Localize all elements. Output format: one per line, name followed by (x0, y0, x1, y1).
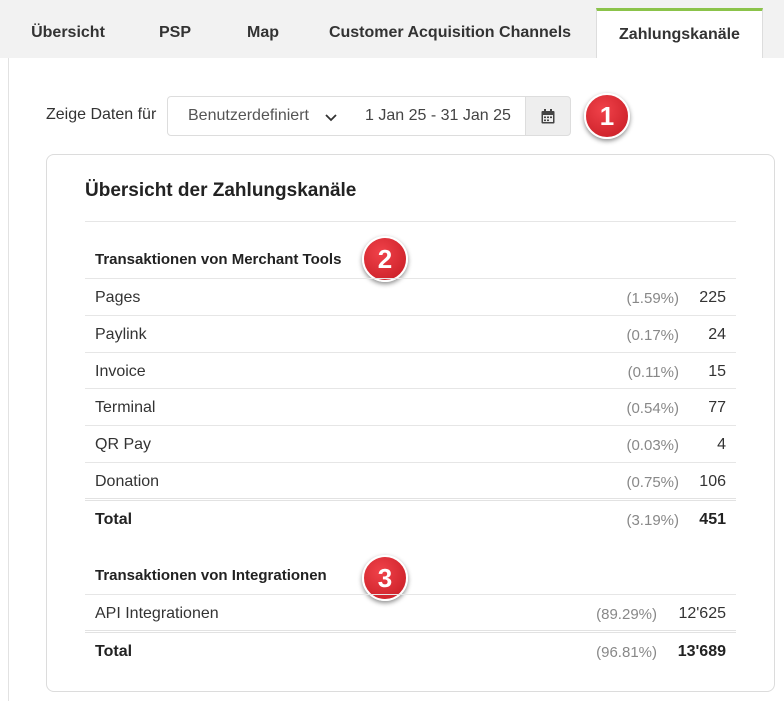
table-row: Donation (0.75%) 106 (85, 462, 736, 499)
tab-zahlungskanaele[interactable]: Zahlungskanäle (596, 8, 763, 59)
annotation-badge-2: 2 (362, 236, 408, 282)
chevron-down-icon (325, 114, 337, 122)
total-row-integrations: Total (96.81%) 13'689 (85, 630, 736, 667)
tab-uebersicht[interactable]: Übersicht (14, 8, 122, 58)
filter-label: Zeige Daten für (46, 106, 157, 123)
table-row: Terminal (0.54%) 77 (85, 388, 736, 425)
card-title: Übersicht der Zahlungskanäle (85, 180, 357, 201)
date-range-value: 1 Jan 25 - 31 Jan 25 (365, 107, 511, 124)
table-row: Pages (1.59%) 225 (85, 278, 736, 315)
tab-customer-acquisition-channels[interactable]: Customer Acquisition Channels (316, 8, 584, 58)
table-row: API Integrationen (89.29%) 12'625 (85, 594, 736, 631)
calendar-button[interactable] (525, 96, 571, 136)
range-select-value: Benutzerdefiniert (188, 107, 309, 124)
section-heading-integrations: Transaktionen von Integrationen (95, 567, 327, 584)
tab-map[interactable]: Map (226, 8, 300, 58)
table-row: Paylink (0.17%) 24 (85, 315, 736, 352)
annotation-badge-1: 1 (584, 93, 630, 139)
date-range-input[interactable]: 1 Jan 25 - 31 Jan 25 (349, 96, 526, 136)
table-row: QR Pay (0.03%) 4 (85, 425, 736, 462)
tab-psp[interactable]: PSP (138, 8, 212, 58)
divider (85, 221, 736, 222)
section-heading-merchant-tools: Transaktionen von Merchant Tools (95, 251, 342, 268)
total-row-merchant-tools: Total (3.19%) 451 (85, 498, 736, 535)
table-row: Invoice (0.11%) 15 (85, 352, 736, 389)
range-select[interactable]: Benutzerdefiniert (167, 96, 350, 136)
calendar-icon (541, 108, 555, 123)
tab-bar: Übersicht PSP Map Customer Acquisition C… (0, 0, 784, 59)
